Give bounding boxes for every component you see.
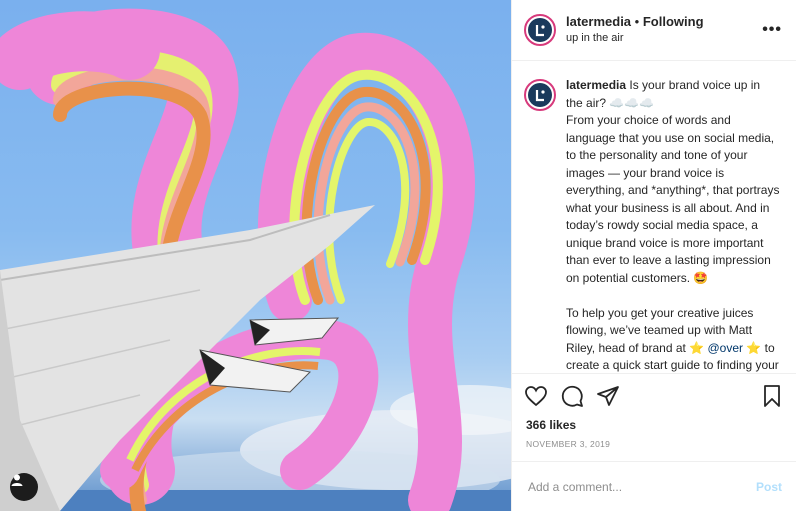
post-image[interactable] <box>0 0 511 511</box>
header-username[interactable]: latermedia <box>566 14 631 29</box>
caption-section: latermedia Is your brand voice up in the… <box>512 61 796 373</box>
post-date[interactable]: NOVEMBER 3, 2019 <box>512 433 796 461</box>
post-comment-button[interactable]: Post <box>756 480 782 494</box>
tagged-user-button[interactable] <box>10 473 38 501</box>
action-bar <box>512 373 796 417</box>
caption-text: latermedia Is your brand voice up in the… <box>566 77 780 373</box>
comment-input[interactable] <box>526 478 756 495</box>
later-logo-icon <box>535 90 545 102</box>
post-header: latermedia • Following up in the air ••• <box>512 0 796 61</box>
share-icon[interactable] <box>596 384 620 408</box>
instagram-post: latermedia • Following up in the air •••… <box>0 0 796 511</box>
post-location[interactable]: up in the air <box>566 30 762 46</box>
more-options-icon[interactable]: ••• <box>762 21 782 39</box>
avatar[interactable] <box>524 14 556 46</box>
heart-icon[interactable] <box>524 384 548 408</box>
comment-form: Post <box>512 461 796 511</box>
caption-username[interactable]: latermedia <box>566 78 626 92</box>
likes-count[interactable]: 366 likes <box>512 417 796 433</box>
header-separator: • <box>634 14 640 29</box>
caption-body: Is your brand voice up in the air? ☁️☁️☁… <box>566 78 780 355</box>
post-artwork <box>0 8 511 511</box>
comment-icon[interactable] <box>560 384 584 408</box>
caption-avatar[interactable] <box>524 79 556 111</box>
person-icon <box>11 474 23 486</box>
mention-link[interactable]: @over <box>707 341 743 355</box>
bookmark-icon[interactable] <box>760 384 784 408</box>
post-side-panel: latermedia • Following up in the air •••… <box>511 0 796 511</box>
following-button[interactable]: Following <box>643 14 704 29</box>
later-logo-icon <box>535 25 545 37</box>
